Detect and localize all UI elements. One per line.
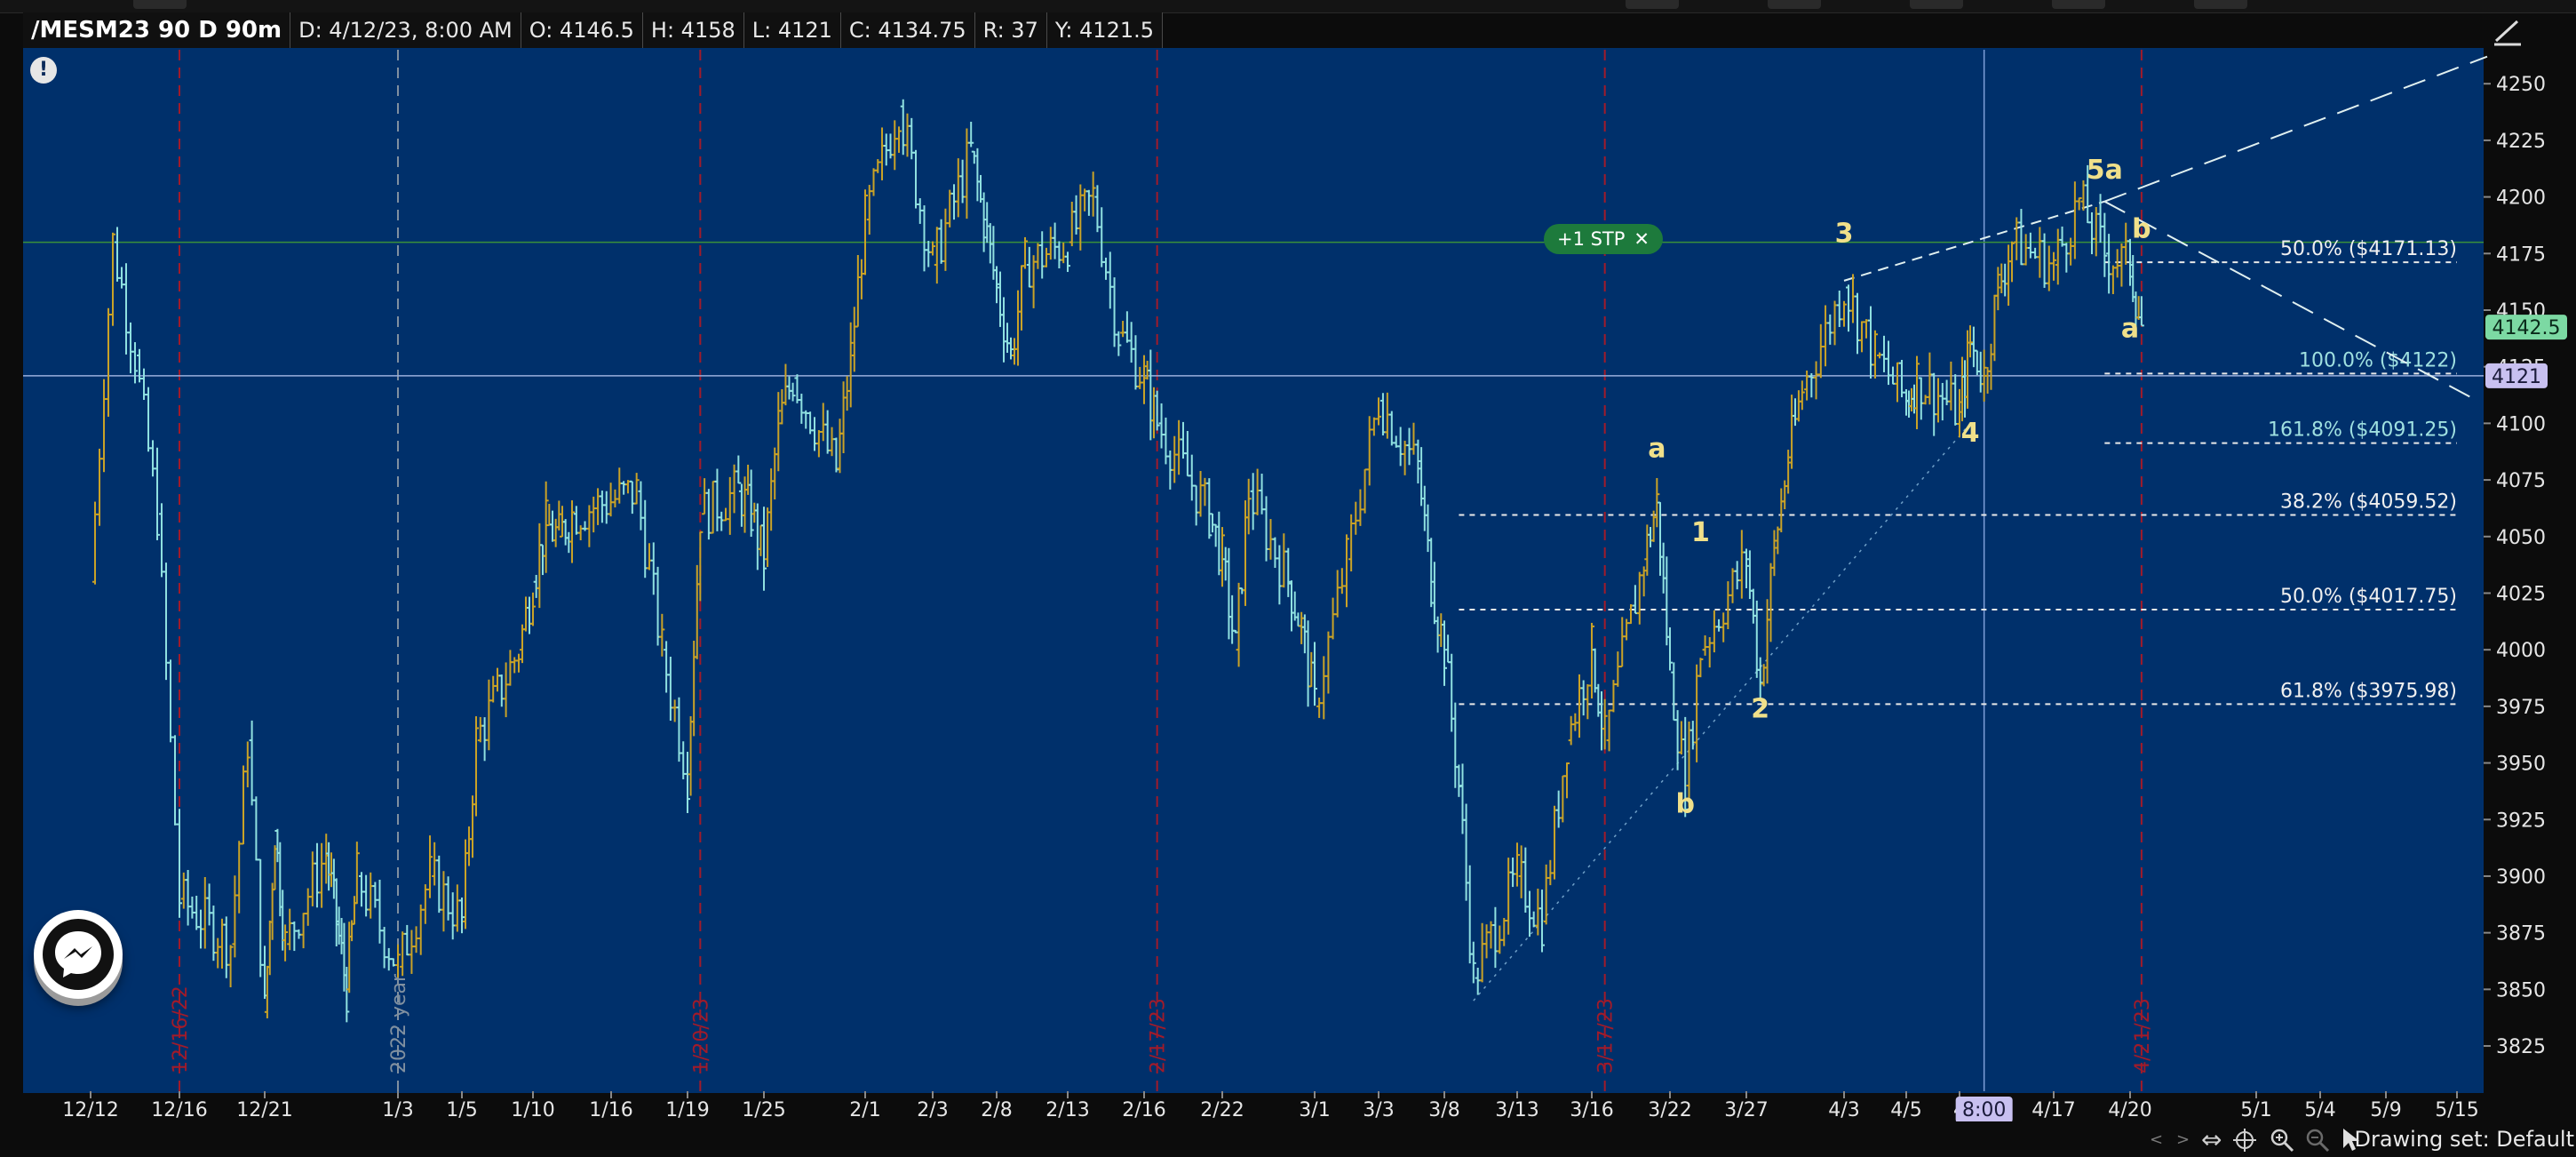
fib-level-label: 161.8% ($4091.25) — [2268, 419, 2457, 442]
y-tick-label: 3925 — [2496, 810, 2546, 832]
pan-arrows-icon[interactable]: ⇔ — [2201, 1125, 2222, 1154]
crosshair-icon[interactable] — [2231, 1127, 2258, 1153]
drawing-set-label[interactable]: Drawing set: Default — [2354, 1127, 2574, 1152]
messenger-icon — [43, 919, 114, 990]
trendline-tool-icon[interactable] — [2491, 14, 2526, 50]
bottom-toolbar: < > ⇔ Drawing set: Default — [0, 1121, 2576, 1157]
x-tick-label: 5/15 — [2435, 1099, 2478, 1121]
wave-label: 1 — [1691, 517, 1710, 548]
y-tick-label: 3975 — [2496, 697, 2546, 719]
event-marker-label: 2/17/23 — [1148, 998, 1170, 1073]
y-tick-label: 4250 — [2496, 74, 2546, 96]
x-tick-label: 4/5 — [1890, 1099, 1921, 1121]
stop-order-badge[interactable]: +1 STP ✕ — [1544, 224, 1663, 254]
range-readout: R: 37 — [974, 12, 1047, 48]
y-tick-label: 4050 — [2496, 527, 2546, 549]
right-toolbar — [2487, 12, 2576, 57]
wave-label: 4 — [1961, 418, 1980, 449]
open-readout: O: 4146.5 — [521, 12, 643, 48]
x-tick-label: 12/12 — [62, 1099, 118, 1121]
x-tick-label: 3/13 — [1495, 1099, 1538, 1121]
y-tick-label: 3900 — [2496, 866, 2546, 889]
fib-level-label: 50.0% ($4171.13) — [2280, 238, 2457, 260]
x-tick-label: 1/10 — [511, 1099, 554, 1121]
wave-label: b — [2132, 213, 2151, 244]
price-chart[interactable]: 3825 3850 3875 3900 3925 3950 3975 4000 4025 4050… — [0, 0, 2576, 1157]
chart-header: /MESM23 90 D 90m D: 4/12/23, 8:00 AM O: … — [23, 12, 1164, 48]
y-tick-label: 3950 — [2496, 754, 2546, 776]
zoom-in-icon[interactable] — [2269, 1127, 2295, 1153]
x-tick-label: 2/8 — [981, 1099, 1012, 1121]
x-tick-label: 12/21 — [236, 1099, 292, 1121]
x-tick-label: 3/1 — [1299, 1099, 1330, 1121]
wave-label: 5a — [2087, 155, 2123, 186]
x-tick-label: 1/5 — [446, 1099, 477, 1121]
y-tick-label: 3825 — [2496, 1036, 2546, 1058]
y-tick-label: 4175 — [2496, 243, 2546, 266]
symbol-label[interactable]: /MESM23 90 D 90m — [23, 12, 291, 48]
x-tick-label: 2/3 — [917, 1099, 948, 1121]
wave-label: b — [1675, 789, 1694, 820]
stop-order-label: +1 STP — [1556, 228, 1626, 250]
x-tick-label: 3/8 — [1428, 1099, 1459, 1121]
fib-level-label: 38.2% ($4059.52) — [2280, 491, 2457, 514]
low-readout: L: 4121 — [743, 12, 841, 48]
event-marker-label: 3/17/23 — [1595, 998, 1618, 1073]
scroll-right-icon[interactable]: > — [2176, 1130, 2190, 1149]
event-marker-label: 12/16/22 — [170, 985, 192, 1073]
x-tick-label: 1/16 — [589, 1099, 632, 1121]
event-marker-label: 2022 year — [388, 973, 410, 1073]
zoom-out-icon[interactable] — [2304, 1127, 2331, 1153]
y-tick-label: 4100 — [2496, 413, 2546, 435]
last-price-label: 4142.5 — [2493, 317, 2561, 339]
y-tick-label: 4200 — [2496, 188, 2546, 210]
fib-level-label: 100.0% ($4122) — [2299, 349, 2457, 371]
wave-label: a — [2121, 314, 2139, 345]
close-icon[interactable]: ✕ — [1634, 228, 1650, 250]
x-tick-label: 1/19 — [665, 1099, 709, 1121]
cursor-time-label: 8:00 — [1962, 1099, 2006, 1121]
x-tick-label: 1/25 — [742, 1099, 785, 1121]
y-readout: Y: 4121.5 — [1046, 12, 1164, 48]
left-gutter — [0, 48, 23, 1093]
y-tick-label: 4025 — [2496, 583, 2546, 605]
x-tick-label: 12/16 — [151, 1099, 207, 1121]
x-tick-label: 2/13 — [1046, 1099, 1089, 1121]
scroll-left-icon[interactable]: < — [2150, 1130, 2163, 1149]
event-marker-label: 1/20/23 — [690, 998, 712, 1073]
y-tick-label: 4225 — [2496, 131, 2546, 153]
x-tick-label: 3/27 — [1724, 1099, 1768, 1121]
x-tick-label: 2/22 — [1200, 1099, 1244, 1121]
date-readout: D: 4/12/23, 8:00 AM — [290, 12, 521, 48]
wave-label: 3 — [1835, 219, 1854, 250]
x-tick-label: 1/3 — [382, 1099, 413, 1121]
fib-level-label: 50.0% ($4017.75) — [2280, 586, 2457, 608]
x-tick-label: 5/9 — [2370, 1099, 2401, 1121]
wave-label: 2 — [1751, 694, 1769, 725]
x-tick-label: 5/4 — [2304, 1099, 2335, 1121]
plot-area — [23, 48, 2484, 1093]
exclamation-icon[interactable]: ! — [30, 57, 57, 84]
high-readout: H: 4158 — [642, 12, 744, 48]
x-tick-label: 5/1 — [2240, 1099, 2271, 1121]
x-tick-label: 3/16 — [1570, 1099, 1613, 1121]
x-tick-label: 4/20 — [2108, 1099, 2151, 1121]
close-readout: C: 4134.75 — [840, 12, 975, 48]
x-tick-label: 3/22 — [1648, 1099, 1691, 1121]
x-tick-label: 3/3 — [1363, 1099, 1394, 1121]
cursor-price-label: 4121 — [2492, 366, 2541, 388]
x-tick-label: 2/16 — [1122, 1099, 1165, 1121]
y-tick-label: 4000 — [2496, 640, 2546, 662]
x-tick-label: 4/17 — [2031, 1099, 2075, 1121]
x-tick-label: 4/3 — [1828, 1099, 1859, 1121]
y-tick-label: 4075 — [2496, 470, 2546, 492]
y-tick-label: 3875 — [2496, 923, 2546, 946]
fib-level-label: 61.8% ($3975.98) — [2280, 680, 2457, 702]
y-tick-label: 3850 — [2496, 979, 2546, 1001]
event-marker-label: 4/21/23 — [2132, 998, 2154, 1073]
wave-label: a — [1648, 434, 1666, 465]
messenger-button[interactable] — [34, 910, 123, 999]
x-tick-label: 2/1 — [849, 1099, 880, 1121]
